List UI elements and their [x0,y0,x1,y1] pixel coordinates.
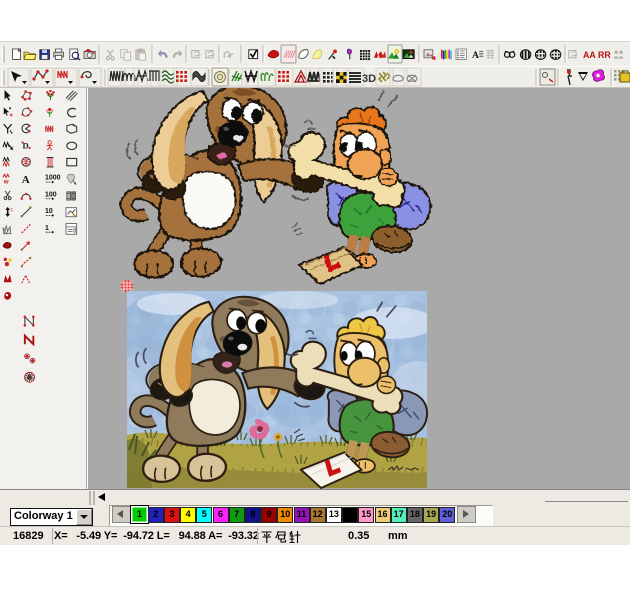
svg-text:10: 10 [45,208,53,215]
svg-text:AA: AA [583,50,596,60]
svg-text:A: A [22,174,30,186]
svg-text:A: A [472,50,479,61]
svg-text:1: 1 [45,225,49,232]
svg-text:3D: 3D [362,73,376,85]
svg-text:1000: 1000 [45,175,61,182]
svg-text:w: w [3,179,9,186]
svg-text:RR: RR [598,50,611,60]
svg-text:100: 100 [45,191,57,198]
